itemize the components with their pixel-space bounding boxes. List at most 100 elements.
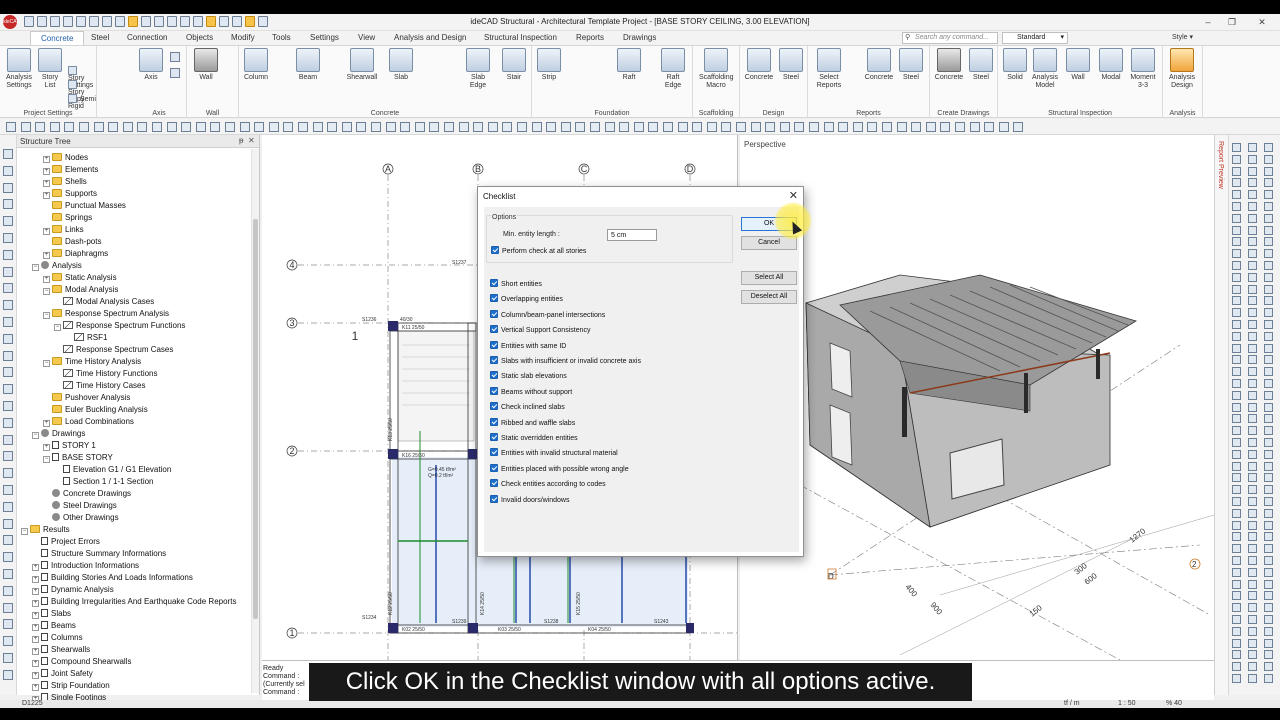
expand-icon[interactable]: + [32, 576, 39, 583]
right-tool-icon[interactable] [1248, 662, 1257, 672]
toolbar-tool-icon[interactable] [79, 122, 89, 132]
tree-node[interactable]: + Shearwalls [32, 645, 90, 657]
toolbar-tool-icon[interactable] [166, 122, 177, 132]
left-tool-icon[interactable] [3, 468, 13, 479]
checklist-item-checkbox[interactable]: Static overridden entities [490, 433, 578, 445]
tree-node[interactable]: − Modal Analysis [43, 285, 118, 297]
left-tool-icon[interactable] [3, 451, 13, 462]
right-tool-icon[interactable] [1264, 343, 1273, 353]
tree-node[interactable]: + Load Combinations [43, 417, 134, 429]
tree-node[interactable]: + Slabs [32, 609, 71, 621]
right-tool-icon[interactable] [1248, 497, 1257, 506]
toolbar-tool-icon[interactable] [239, 122, 250, 132]
left-tool-icon[interactable] [3, 569, 13, 579]
right-tool-icon[interactable] [1264, 355, 1273, 365]
checklist-item-checkbox[interactable]: Check inclined slabs [490, 402, 565, 414]
toolbar-tool-icon[interactable] [473, 122, 484, 132]
right-tool-icon[interactable] [1232, 579, 1241, 589]
right-tool-icon[interactable] [1264, 473, 1273, 483]
toolbar-tool-icon[interactable] [356, 122, 367, 132]
toolbar-tool-icon[interactable] [925, 122, 936, 132]
toolbar-tool-icon[interactable] [122, 122, 133, 132]
right-tool-icon[interactable] [1248, 674, 1257, 683]
scaffolding-macro-button[interactable]: Scaffolding Macro [699, 48, 734, 90]
toolbar-tool-icon[interactable] [312, 122, 323, 132]
right-tool-icon[interactable] [1248, 438, 1257, 447]
right-tool-icon[interactable] [1264, 485, 1273, 495]
right-tool-icon[interactable] [1264, 438, 1273, 447]
right-tool-icon[interactable] [1232, 520, 1241, 530]
min-entity-length-input[interactable] [607, 229, 657, 241]
inspection-wall-button[interactable]: Wall [1061, 48, 1095, 82]
raft-edge-button[interactable]: Raft Edge [656, 48, 690, 90]
collapse-icon[interactable]: − [43, 288, 50, 295]
minimize-icon[interactable]: – [1198, 16, 1218, 28]
right-tool-icon[interactable] [1264, 379, 1273, 388]
checklist-item-checkbox[interactable]: Entities with same ID [490, 340, 566, 353]
right-tool-icon[interactable] [1264, 603, 1273, 613]
toolbar-tool-icon[interactable] [49, 122, 60, 132]
toolbar-tool-icon[interactable] [575, 122, 586, 132]
left-tool-icon[interactable] [3, 233, 13, 243]
right-tool-icon[interactable] [1232, 379, 1241, 388]
tree-node[interactable]: + Shells [43, 177, 87, 189]
toolbar-tool-icon[interactable] [984, 122, 995, 132]
toolbar-tool-icon[interactable] [268, 122, 279, 132]
toolbar-tool-icon[interactable] [546, 122, 557, 132]
right-tool-icon[interactable] [1248, 626, 1257, 636]
right-tool-icon[interactable] [1248, 154, 1257, 164]
toolbar-tool-icon[interactable] [823, 122, 834, 132]
toolbar-tool-icon[interactable] [896, 122, 907, 132]
left-tool-icon[interactable] [3, 518, 13, 529]
toolbar-tool-icon[interactable] [706, 122, 717, 132]
tree-node[interactable]: Section 1 / 1-1 Section [54, 477, 154, 489]
tree-node[interactable]: − Response Spectrum Analysis [43, 309, 169, 321]
reports-concrete-button[interactable]: Concrete [862, 48, 896, 82]
right-tool-icon[interactable] [1248, 638, 1257, 648]
right-tool-icon[interactable] [1264, 497, 1273, 506]
tree-node[interactable]: Time History Cases [54, 381, 146, 393]
right-tool-icon[interactable] [1232, 567, 1241, 577]
tab-concrete[interactable]: Concrete [30, 31, 85, 45]
right-tool-icon[interactable] [1248, 190, 1257, 200]
tree-node[interactable]: + Columns [32, 633, 83, 645]
left-tool-icon[interactable] [3, 636, 13, 647]
toolbar-tool-icon[interactable] [35, 122, 46, 132]
moment-button[interactable]: Moment 3-3 [1126, 48, 1160, 90]
left-tool-icon[interactable] [3, 602, 13, 613]
analysis-settings-button[interactable]: Analysis Settings [2, 48, 36, 90]
right-tool-icon[interactable] [1264, 202, 1273, 211]
tree-node[interactable]: − Results [21, 525, 70, 537]
right-tool-icon[interactable] [1248, 143, 1257, 152]
left-tool-icon[interactable] [3, 619, 13, 630]
right-tool-icon[interactable] [1232, 626, 1241, 636]
left-tool-icon[interactable] [3, 317, 13, 327]
tree-node[interactable]: Structure Summary Informations [32, 549, 166, 561]
right-tool-icon[interactable] [1248, 603, 1257, 613]
right-tool-icon[interactable] [1248, 202, 1257, 211]
right-tool-icon[interactable] [1232, 213, 1241, 223]
right-tool-icon[interactable] [1248, 249, 1257, 259]
tree-node[interactable]: + Introduction Informations [32, 561, 139, 573]
toolbar-tool-icon[interactable] [108, 122, 119, 132]
right-tool-icon[interactable] [1232, 508, 1241, 518]
select-reports-button[interactable]: Select Reports [812, 48, 846, 90]
checklist-item-checkbox[interactable]: Entities placed with possible wrong angl… [490, 463, 629, 476]
right-tool-icon[interactable] [1232, 414, 1241, 424]
toolbar-tool-icon[interactable] [911, 122, 922, 132]
right-tool-icon[interactable] [1232, 166, 1241, 176]
right-tool-icon[interactable] [1248, 485, 1257, 495]
tab-tools[interactable]: Tools [272, 33, 291, 42]
right-tool-icon[interactable] [1248, 213, 1257, 223]
tree-node[interactable]: Response Spectrum Cases [54, 345, 173, 357]
right-tool-icon[interactable] [1264, 650, 1273, 660]
column-button[interactable]: Column [239, 48, 273, 82]
right-tool-icon[interactable] [1264, 626, 1273, 636]
expand-icon[interactable]: + [32, 684, 39, 691]
left-tool-icon[interactable] [3, 165, 13, 176]
right-tool-icon[interactable] [1248, 615, 1257, 624]
toolbar-tool-icon[interactable] [137, 122, 148, 132]
right-tool-icon[interactable] [1264, 449, 1273, 459]
right-tool-icon[interactable] [1248, 461, 1257, 471]
toolbar-tool-icon[interactable] [517, 122, 527, 132]
